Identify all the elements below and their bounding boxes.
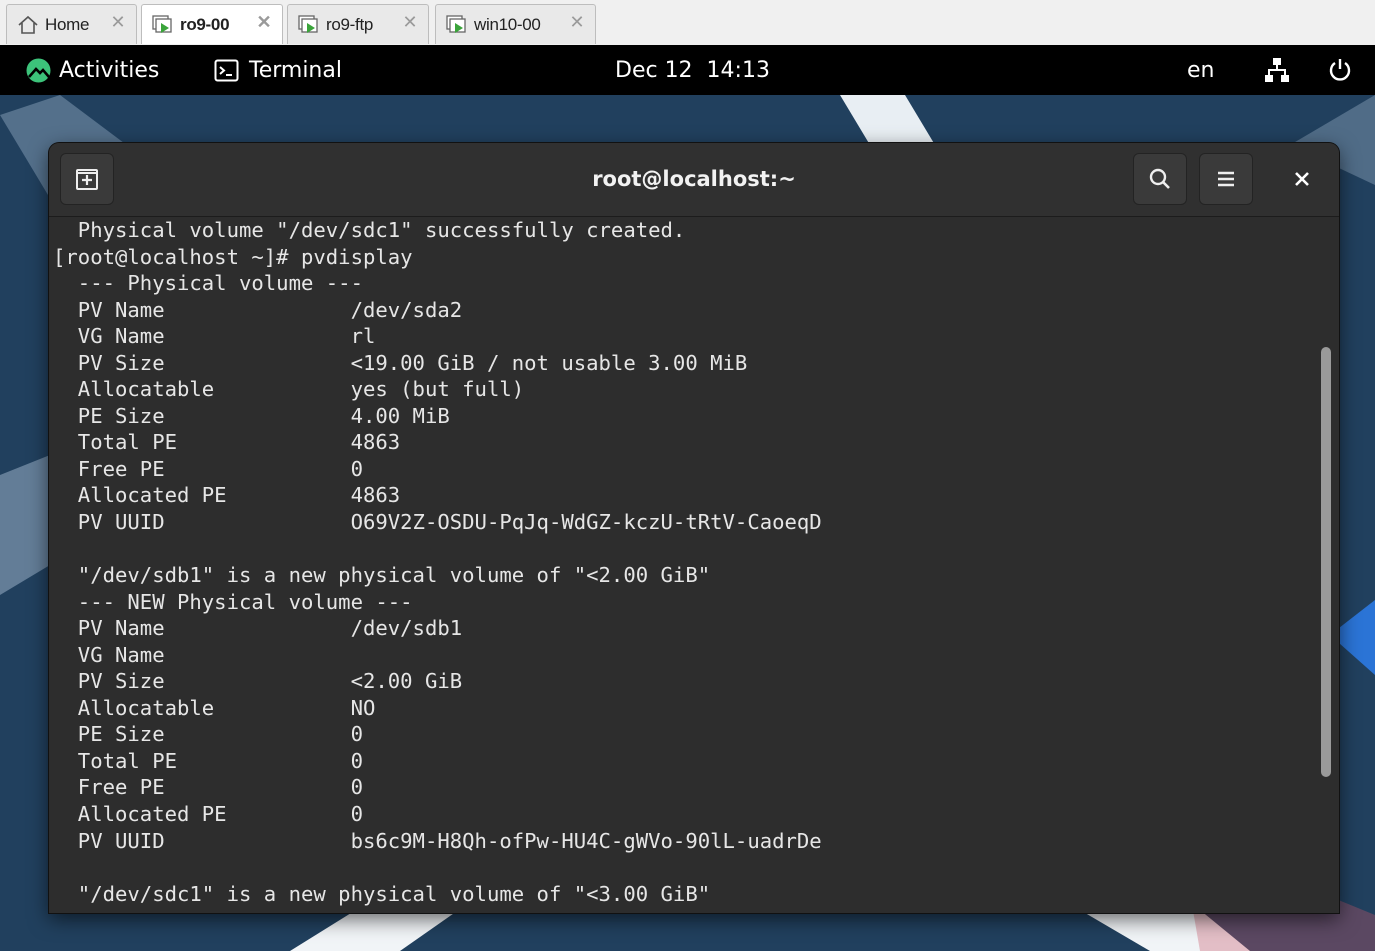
vm-tab-bar: Home ✕ ro9-00 ✕ ro9-ftp ✕ win10-00 ✕	[0, 0, 1375, 46]
keyboard-layout-label: en	[1187, 57, 1215, 83]
terminal-output[interactable]: Physical volume "/dev/sdc1" successfully…	[49, 217, 1315, 913]
terminal-line: VG Name	[53, 642, 165, 667]
terminal-line: VG Name rl	[53, 324, 376, 349]
vm-tab-ro9-ftp[interactable]: ro9-ftp ✕	[287, 4, 429, 44]
close-icon	[1294, 171, 1310, 187]
terminal-line: "/dev/sdb1" is a new physical volume of …	[53, 563, 711, 588]
close-icon[interactable]: ✕	[110, 13, 126, 31]
vm-tab-label: Home	[45, 14, 90, 34]
vm-running-icon	[298, 14, 320, 36]
terminal-line: Free PE 0	[53, 456, 363, 481]
terminal-icon	[214, 59, 239, 82]
terminal-window: root@localhost:~ Physical volume "/dev/s…	[49, 143, 1339, 913]
gnome-top-bar: Activities Terminal Dec 12 14:13 en	[0, 45, 1375, 95]
search-button[interactable]	[1133, 153, 1187, 205]
clock-label: Dec 12 14:13	[615, 57, 770, 83]
network-icon	[1264, 57, 1290, 83]
terminal-line: --- Physical volume ---	[53, 271, 363, 296]
vm-tab-label: win10-00	[474, 14, 541, 34]
app-menu-terminal[interactable]: Terminal	[214, 45, 342, 95]
terminal-line: Allocatable NO	[53, 695, 376, 720]
home-icon	[17, 14, 39, 36]
vm-tab-win10-00[interactable]: win10-00 ✕	[435, 4, 596, 44]
terminal-line: PE Size 4.00 MiB	[53, 403, 450, 428]
activities-label: Activities	[59, 57, 160, 83]
terminal-line: "/dev/sdc1" is a new physical volume of …	[53, 881, 711, 906]
keyboard-layout-indicator[interactable]: en	[1187, 45, 1214, 95]
close-window-button[interactable]	[1285, 162, 1319, 196]
rocky-logo-icon	[26, 58, 51, 83]
close-icon[interactable]: ✕	[402, 13, 418, 31]
vm-running-icon	[152, 14, 174, 36]
vm-tab-ro9-00[interactable]: ro9-00 ✕	[141, 4, 283, 44]
vm-tab-home[interactable]: Home ✕	[6, 4, 137, 44]
terminal-line: PV Size <19.00 GiB / not usable 3.00 MiB	[53, 350, 748, 375]
app-name-label: Terminal	[249, 57, 342, 83]
menu-button[interactable]	[1199, 153, 1253, 205]
scrollbar-thumb[interactable]	[1321, 347, 1331, 777]
vm-tab-label: ro9-ftp	[326, 14, 374, 34]
terminal-line: Allocated PE 4863	[53, 483, 401, 508]
terminal-line: Free PE 0	[53, 775, 363, 800]
terminal-line: Allocated PE 0	[53, 802, 363, 827]
terminal-line: PV Name /dev/sdb1	[53, 616, 463, 641]
terminal-line: PV UUID bs6c9M-H8Qh-ofPw-HU4C-gWVo-90lL-…	[53, 828, 822, 853]
activities-button[interactable]: Activities	[26, 45, 159, 95]
terminal-line: --- NEW Physical volume ---	[53, 589, 413, 614]
terminal-line: PE Size 0	[53, 722, 363, 747]
terminal-line: Allocatable yes (but full)	[53, 377, 525, 402]
terminal-line: Total PE 0	[53, 748, 363, 773]
terminal-line: PV UUID O69V2Z-OSDU-PqJq-WdGZ-kczU-tRtV-…	[53, 510, 822, 535]
new-tab-button[interactable]	[60, 153, 114, 205]
close-icon[interactable]: ✕	[569, 13, 585, 31]
vm-running-icon	[446, 14, 468, 36]
vm-tab-label: ro9-00	[180, 14, 230, 34]
terminal-headerbar: root@localhost:~	[49, 143, 1339, 217]
close-icon[interactable]: ✕	[256, 13, 272, 31]
terminal-line: Total PE 4863	[53, 430, 401, 455]
terminal-line: Physical volume "/dev/sdc1" successfully…	[53, 218, 686, 242]
terminal-line: PV Name /dev/sda2	[53, 297, 463, 322]
scrollbar[interactable]	[1315, 217, 1339, 913]
hamburger-menu-icon	[1216, 170, 1236, 188]
terminal-line: [root@localhost ~]# pvdisplay	[53, 244, 413, 269]
clock[interactable]: Dec 12 14:13	[615, 45, 770, 95]
power-menu-button[interactable]	[1327, 45, 1353, 95]
network-status-button[interactable]	[1264, 45, 1290, 95]
new-tab-icon	[75, 167, 99, 191]
terminal-line: PV Size <2.00 GiB	[53, 669, 463, 694]
power-icon	[1327, 57, 1353, 83]
search-icon	[1148, 167, 1172, 191]
